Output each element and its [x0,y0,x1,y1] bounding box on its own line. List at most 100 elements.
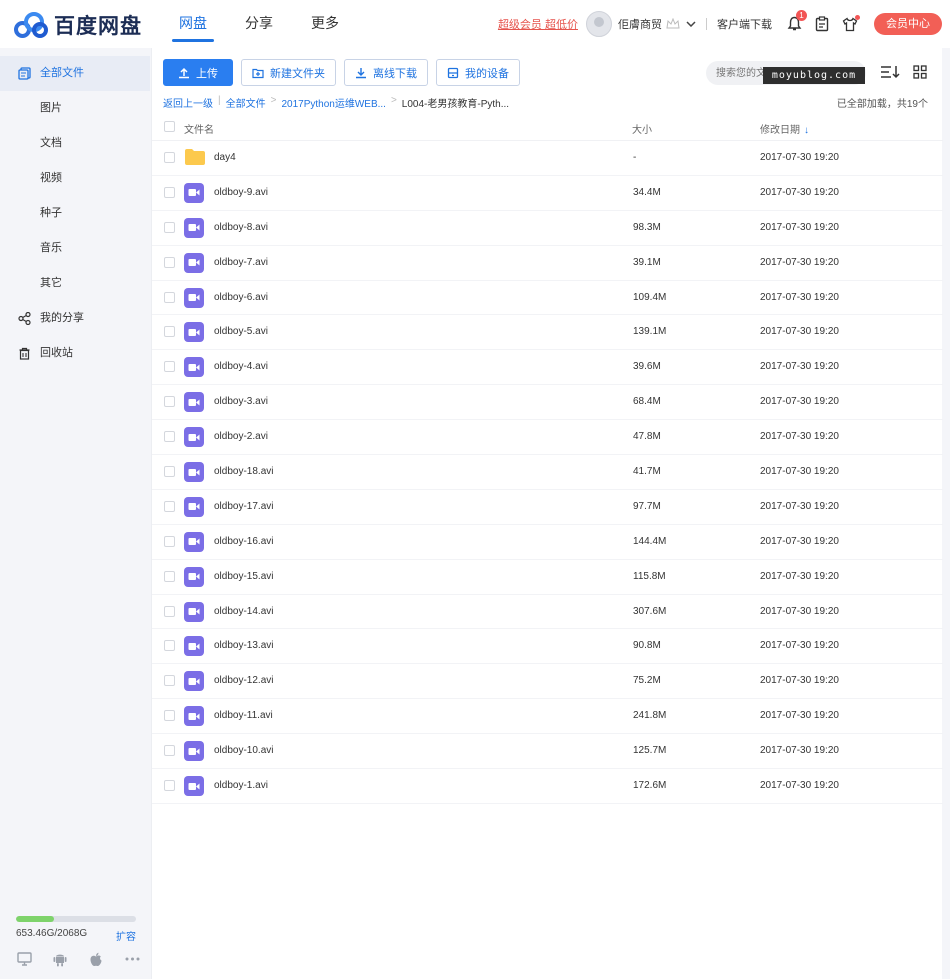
grid-view-icon[interactable] [909,62,931,82]
row-checkbox[interactable] [164,780,175,792]
row-checkbox[interactable] [164,361,175,373]
file-modified-date: 2017-07-30 19:20 [760,186,839,198]
row-checkbox[interactable] [164,256,175,268]
file-modified-date: 2017-07-30 19:20 [760,745,839,757]
row-checkbox[interactable] [164,431,175,443]
sidebar-item-recycle-bin[interactable]: 回收站 [0,336,150,371]
row-checkbox[interactable] [164,152,175,163]
breadcrumb-back[interactable]: 返回上一级 [163,95,213,110]
nav-item-netdisk[interactable]: 网盘 [160,0,226,48]
row-checkbox[interactable] [164,745,175,757]
table-row[interactable]: oldboy-12.avi 75.2M 2017-07-30 19:20 [152,664,943,700]
upload-button[interactable]: 上传 [163,59,233,86]
apple-icon[interactable] [88,951,104,967]
task-list-button[interactable] [812,14,832,34]
file-name[interactable]: oldboy-4.avi [214,361,268,372]
table-row[interactable]: oldboy-10.avi 125.7M 2017-07-30 19:20 [152,734,943,770]
file-name[interactable]: oldboy-1.avi [214,780,268,791]
table-row[interactable]: oldboy-9.avi 34.4M 2017-07-30 19:20 [152,176,943,211]
row-checkbox[interactable] [164,675,175,687]
file-name[interactable]: oldboy-12.avi [214,675,273,686]
column-header-size[interactable]: 大小 [632,121,652,136]
row-checkbox[interactable] [164,396,175,408]
file-name[interactable]: oldboy-10.avi [214,745,273,756]
row-checkbox[interactable] [164,605,175,617]
my-devices-button[interactable]: 我的设备 [436,59,520,86]
table-row[interactable]: oldboy-4.avi 39.6M 2017-07-30 19:20 [152,350,943,386]
client-download-link[interactable]: 客户端下载 [717,16,772,32]
row-checkbox[interactable] [164,535,175,547]
logo[interactable]: 百度网盘 [14,10,142,40]
more-dots-icon[interactable] [124,951,140,967]
file-name[interactable]: oldboy-7.avi [214,257,268,268]
android-icon[interactable] [52,951,68,967]
file-name[interactable]: oldboy-3.avi [214,396,268,407]
trash-icon [19,347,30,360]
file-name[interactable]: oldboy-16.avi [214,536,273,547]
table-row[interactable]: oldboy-16.avi 144.4M 2017-07-30 19:20 [152,525,943,560]
table-row[interactable]: oldboy-6.avi 109.4M 2017-07-30 19:20 [152,281,943,316]
row-checkbox[interactable] [164,570,175,582]
breadcrumb-item-all-files[interactable]: 全部文件 [226,95,266,110]
row-checkbox[interactable] [164,640,175,652]
table-row[interactable]: oldboy-5.avi 139.1M 2017-07-30 19:20 [152,315,943,351]
table-row[interactable]: oldboy-1.avi 172.6M 2017-07-30 19:20 [152,769,943,804]
skin-button[interactable] [840,14,860,34]
table-row[interactable]: oldboy-11.avi 241.8M 2017-07-30 19:20 [152,699,943,735]
sidebar-item-documents[interactable]: 文档 [0,126,150,161]
nav-item-more[interactable]: 更多 [292,0,358,48]
new-folder-button[interactable]: 新建文件夹 [241,59,336,86]
table-row[interactable]: oldboy-7.avi 39.1M 2017-07-30 19:20 [152,246,943,281]
sort-icon[interactable] [879,62,901,82]
table-row[interactable]: oldboy-15.avi 115.8M 2017-07-30 19:20 [152,560,943,595]
row-checkbox[interactable] [164,186,175,198]
file-name[interactable]: oldboy-18.avi [214,466,273,477]
file-name[interactable]: oldboy-2.avi [214,431,268,442]
sidebar-item-music[interactable]: 音乐 [0,231,150,266]
sidebar-item-images[interactable]: 图片 [0,91,150,126]
row-checkbox[interactable] [164,500,175,512]
table-row[interactable]: oldboy-13.avi 90.8M 2017-07-30 19:20 [152,629,943,665]
file-name[interactable]: day4 [214,152,236,163]
file-name[interactable]: oldboy-17.avi [214,501,273,512]
notification-button[interactable]: 1 [784,10,807,34]
row-checkbox[interactable] [164,326,175,338]
nav-item-share[interactable]: 分享 [226,0,292,48]
expand-storage-link[interactable]: 扩容 [116,928,136,943]
desktop-icon[interactable] [16,951,32,967]
offline-download-button[interactable]: 离线下载 [344,59,428,86]
breadcrumb-item-course[interactable]: 2017Python运维WEB... [281,95,386,110]
file-name[interactable]: oldboy-8.avi [214,222,268,233]
table-row[interactable]: oldboy-17.avi 97.7M 2017-07-30 19:20 [152,490,943,525]
file-name[interactable]: oldboy-6.avi [214,292,268,303]
row-checkbox[interactable] [164,466,175,478]
select-all-checkbox[interactable] [164,121,175,132]
sidebar-item-others[interactable]: 其它 [0,266,150,301]
column-header-date[interactable]: 修改日期 ↓ [760,121,809,136]
table-row[interactable]: day4 - 2017-07-30 19:20 [152,141,943,176]
table-row[interactable]: oldboy-14.avi 307.6M 2017-07-30 19:20 [152,595,943,630]
vip-promo-link[interactable]: 超级会员 超低价 [498,16,578,32]
table-row[interactable]: oldboy-2.avi 47.8M 2017-07-30 19:20 [152,420,943,456]
file-name[interactable]: oldboy-9.avi [214,187,268,198]
sidebar-item-all-files[interactable]: 全部文件 [0,56,150,91]
row-checkbox[interactable] [164,710,175,722]
avatar[interactable] [586,11,612,37]
file-name[interactable]: oldboy-14.avi [214,606,273,617]
sidebar-item-torrents[interactable]: 种子 [0,196,150,231]
chevron-down-icon[interactable] [686,19,696,30]
row-checkbox[interactable] [164,221,175,233]
table-row[interactable]: oldboy-8.avi 98.3M 2017-07-30 19:20 [152,211,943,246]
file-name[interactable]: oldboy-11.avi [214,710,273,721]
sidebar-item-videos[interactable]: 视频 [0,161,150,196]
username[interactable]: 佢膚商贸 [618,16,662,32]
member-center-button[interactable]: 会员中心 [874,13,942,35]
table-row[interactable]: oldboy-3.avi 68.4M 2017-07-30 19:20 [152,385,943,421]
sidebar-item-my-share[interactable]: 我的分享 [0,301,150,336]
file-name[interactable]: oldboy-13.avi [214,640,273,651]
column-header-name[interactable]: 文件名 [184,121,214,136]
row-checkbox[interactable] [164,291,175,303]
table-row[interactable]: oldboy-18.avi 41.7M 2017-07-30 19:20 [152,455,943,490]
file-name[interactable]: oldboy-15.avi [214,571,273,582]
file-name[interactable]: oldboy-5.avi [214,326,268,337]
